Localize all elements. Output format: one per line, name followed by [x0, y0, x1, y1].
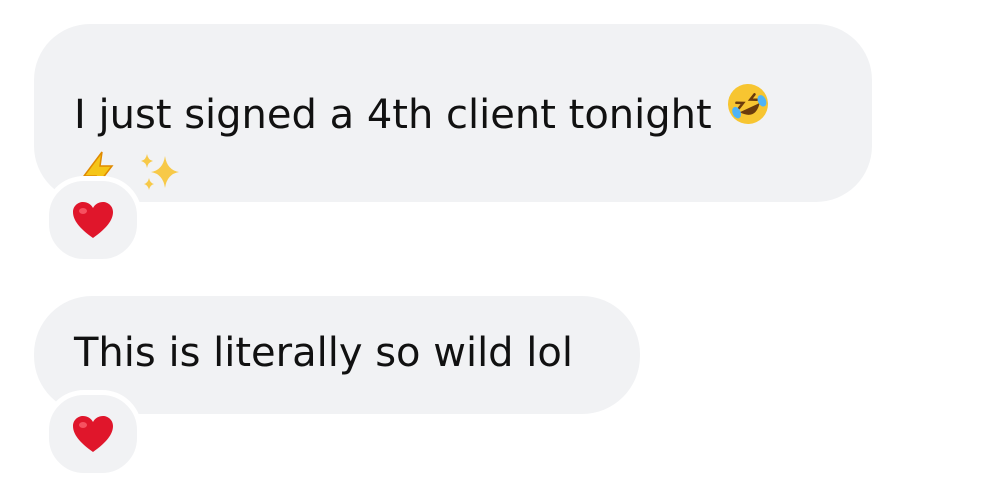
heart-reaction-2[interactable]: [44, 390, 142, 478]
message-bubble-1[interactable]: I just signed a 4th client tonight: [34, 24, 872, 202]
heart-reaction-1[interactable]: [44, 176, 142, 264]
heart-icon: [73, 416, 113, 452]
message-1-emoji-row: [74, 148, 832, 208]
message-2-text: This is literally so wild lol: [74, 330, 573, 376]
message-text-1: I just signed a 4th client tonight: [74, 80, 832, 140]
rolling-on-floor-laughing-icon: [724, 80, 772, 128]
sparkles-icon: [135, 148, 183, 196]
heart-icon: [73, 202, 113, 238]
message-1-text: I just signed a 4th client tonight: [74, 92, 712, 138]
